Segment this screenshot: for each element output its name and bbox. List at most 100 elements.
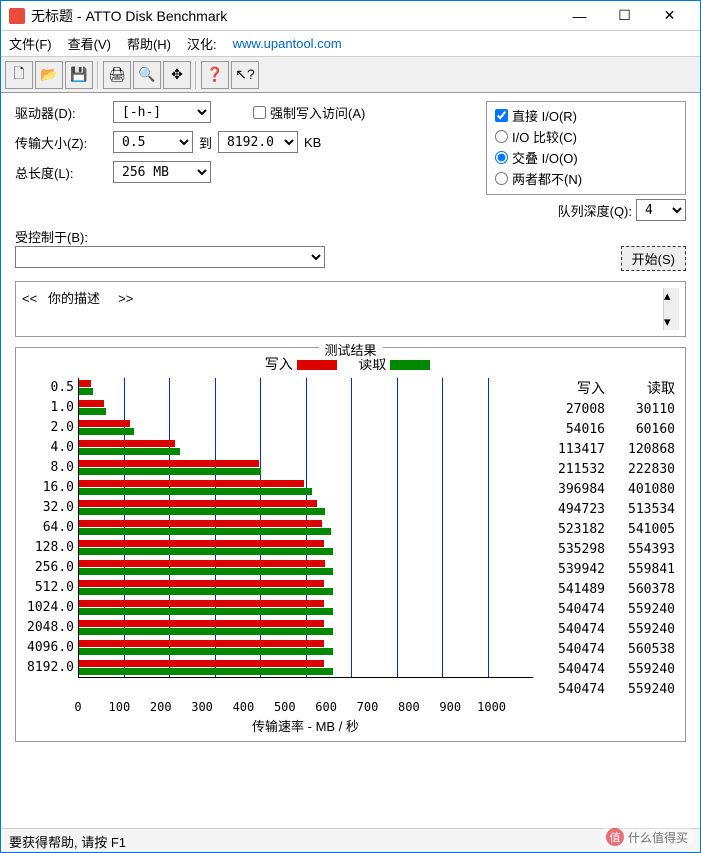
queue-depth-select[interactable]: 4: [636, 199, 686, 221]
write-bar: [79, 480, 304, 487]
print-icon[interactable]: 🖨: [103, 61, 131, 89]
data-row: 540474559240: [539, 620, 679, 640]
menu-help[interactable]: 帮助(H): [127, 34, 171, 53]
data-row: 540474559240: [539, 680, 679, 700]
y-tick: 256.0: [22, 558, 78, 578]
description-scrollbar[interactable]: ▴▾: [663, 288, 679, 330]
status-text: 要获得帮助, 请按 F1: [9, 835, 126, 850]
neither-radio[interactable]: 两者都不(N): [495, 169, 677, 188]
to-label: 到: [199, 133, 212, 152]
write-bar: [79, 500, 317, 507]
minimize-button[interactable]: —: [557, 2, 602, 30]
maximize-button[interactable]: ☐: [602, 2, 647, 30]
controlled-by-select[interactable]: [15, 246, 325, 268]
bar-row: [79, 518, 533, 538]
read-bar: [79, 608, 333, 615]
bar-row: [79, 458, 533, 478]
data-row: 5401660160: [539, 420, 679, 440]
y-tick: 0.5: [22, 378, 78, 398]
data-row: 539942559841: [539, 560, 679, 580]
write-bar: [79, 400, 104, 407]
move-icon[interactable]: ✥: [163, 61, 191, 89]
read-bar: [79, 448, 180, 455]
read-bar: [79, 528, 331, 535]
data-row: 2700830110: [539, 400, 679, 420]
bar-row: [79, 498, 533, 518]
data-row: 494723513534: [539, 500, 679, 520]
force-write-checkbox[interactable]: 强制写入访问(A): [253, 103, 365, 122]
write-bar: [79, 540, 324, 547]
bar-row: [79, 378, 533, 398]
read-bar: [79, 388, 93, 395]
size-from-select[interactable]: 0.5: [113, 131, 193, 153]
description-text: 你的描述: [48, 291, 100, 306]
read-bar: [79, 588, 333, 595]
read-bar: [79, 568, 333, 575]
write-bar: [79, 440, 175, 447]
drive-label: 驱动器(D):: [15, 103, 107, 122]
titlebar[interactable]: 无标题 - ATTO Disk Benchmark — ☐ ✕: [1, 1, 700, 31]
y-tick: 128.0: [22, 538, 78, 558]
io-options-group: 直接 I/O(R) I/O 比较(C) 交叠 I/O(O) 两者都不(N): [486, 101, 686, 195]
drive-select[interactable]: [-h-]: [113, 101, 211, 123]
window-title: 无标题 - ATTO Disk Benchmark: [31, 6, 557, 26]
data-row: 523182541005: [539, 520, 679, 540]
direct-io-input[interactable]: [495, 109, 508, 122]
read-bar: [79, 508, 325, 515]
bar-row: [79, 398, 533, 418]
x-axis-label: 传输速率 - MB / 秒: [78, 716, 533, 735]
write-bar: [79, 520, 322, 527]
data-row: 540474559240: [539, 660, 679, 680]
y-axis-labels: 0.51.02.04.08.016.032.064.0128.0256.0512…: [22, 378, 78, 700]
write-swatch-icon: [297, 360, 337, 370]
open-icon[interactable]: 📂: [35, 61, 63, 89]
write-bar: [79, 420, 130, 427]
statusbar: 要获得帮助, 请按 F1: [1, 828, 700, 852]
menu-view[interactable]: 查看(V): [68, 34, 111, 53]
results-title: 测试结果: [318, 340, 382, 359]
y-tick: 32.0: [22, 498, 78, 518]
new-icon[interactable]: 🗋: [5, 61, 33, 89]
data-row: 535298554393: [539, 540, 679, 560]
queue-depth-label: 队列深度(Q):: [558, 201, 632, 220]
io-compare-radio[interactable]: I/O 比较(C): [495, 127, 677, 146]
save-icon[interactable]: 💾: [65, 61, 93, 89]
data-columns: 写入 读取 2700830110540166016011341712086821…: [539, 378, 679, 700]
read-bar: [79, 488, 312, 495]
length-select[interactable]: 256 MB: [113, 161, 211, 183]
read-swatch-icon: [390, 360, 430, 370]
data-row: 540474560538: [539, 640, 679, 660]
y-tick: 1024.0: [22, 598, 78, 618]
y-tick: 1.0: [22, 398, 78, 418]
chart-plot: [78, 378, 533, 678]
read-bar: [79, 628, 333, 635]
y-tick: 4096.0: [22, 638, 78, 658]
write-bar: [79, 640, 324, 647]
y-tick: 8.0: [22, 458, 78, 478]
write-bar: [79, 380, 91, 387]
menubar: 文件(F) 查看(V) 帮助(H) 汉化: www.upantool.com: [1, 31, 700, 57]
whatsthis-icon[interactable]: ↖?: [231, 61, 259, 89]
write-bar: [79, 560, 325, 567]
help-icon[interactable]: ❓: [201, 61, 229, 89]
preview-icon[interactable]: 🔍: [133, 61, 161, 89]
direct-io-checkbox[interactable]: 直接 I/O(R): [495, 106, 677, 125]
force-write-input[interactable]: [253, 106, 266, 119]
read-bar: [79, 668, 333, 675]
data-row: 540474559240: [539, 600, 679, 620]
bar-row: [79, 658, 533, 678]
description-box[interactable]: << 你的描述 >> ▴▾: [15, 281, 686, 337]
menu-file[interactable]: 文件(F): [9, 34, 52, 53]
start-button[interactable]: 开始(S): [621, 246, 686, 271]
y-tick: 512.0: [22, 578, 78, 598]
toolbar: 🗋 📂 💾 🖨 🔍 ✥ ❓ ↖?: [1, 57, 700, 93]
bar-row: [79, 438, 533, 458]
y-tick: 2048.0: [22, 618, 78, 638]
data-row: 396984401080: [539, 480, 679, 500]
bar-row: [79, 418, 533, 438]
size-to-select[interactable]: 8192.0: [218, 131, 298, 153]
close-button[interactable]: ✕: [647, 2, 692, 30]
write-bar: [79, 660, 324, 667]
overlap-io-radio[interactable]: 交叠 I/O(O): [495, 148, 677, 167]
localize-url[interactable]: www.upantool.com: [233, 36, 342, 51]
